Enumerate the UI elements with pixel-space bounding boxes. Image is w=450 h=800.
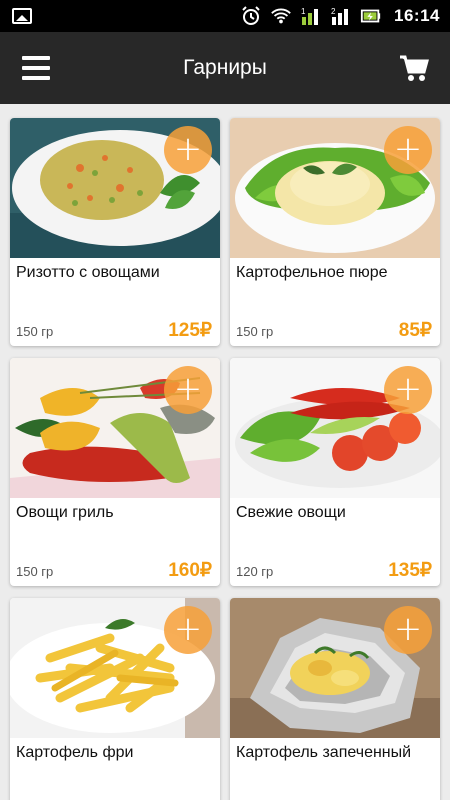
status-bar: 1 2 16:14: [0, 0, 450, 32]
svg-text:1: 1: [301, 7, 306, 16]
product-price: 125₽: [168, 320, 212, 341]
add-to-cart-button[interactable]: +: [384, 606, 432, 654]
product-card[interactable]: + Картофель запеченный: [230, 598, 440, 800]
product-name: Картофель фри: [16, 744, 134, 761]
page-title: Гарниры: [183, 56, 267, 79]
add-to-cart-button[interactable]: +: [384, 126, 432, 174]
product-image: +: [10, 598, 220, 738]
product-weight: 120 гр: [236, 564, 274, 579]
product-image: +: [230, 358, 440, 498]
product-weight: 150 гр: [16, 564, 54, 579]
product-card[interactable]: + Овощи гриль 150 гр 160₽: [10, 358, 220, 586]
add-to-cart-button[interactable]: +: [164, 126, 212, 174]
product-name: Свежие овощи: [236, 504, 346, 521]
add-to-cart-button[interactable]: +: [384, 366, 432, 414]
product-image: +: [230, 118, 440, 258]
product-card[interactable]: + Ризотто с овощами 150 гр 125₽: [10, 118, 220, 346]
add-to-cart-button[interactable]: +: [164, 606, 212, 654]
signal-1-icon: 1: [300, 5, 322, 27]
product-image: +: [10, 118, 220, 258]
product-price: 135₽: [388, 560, 432, 581]
product-image: +: [230, 598, 440, 738]
wifi-icon: [270, 5, 292, 27]
product-grid: + Ризотто с овощами 150 гр 125₽ + Картоф…: [0, 104, 450, 800]
product-weight: 150 гр: [16, 324, 54, 339]
product-card[interactable]: + Свежие овощи 120 гр 135₽: [230, 358, 440, 586]
product-name: Картофельное пюре: [236, 264, 388, 281]
product-name: Овощи гриль: [16, 504, 114, 521]
signal-2-icon: 2: [330, 5, 352, 27]
product-name: Картофель запеченный: [236, 744, 412, 761]
svg-text:2: 2: [331, 7, 336, 16]
app-bar: Гарниры: [0, 32, 450, 104]
status-clock: 16:14: [394, 6, 440, 25]
add-to-cart-button[interactable]: +: [164, 366, 212, 414]
alarm-icon: [240, 5, 262, 27]
product-image: +: [10, 358, 220, 498]
product-card[interactable]: + Картофель фри: [10, 598, 220, 800]
product-name: Ризотто с овощами: [16, 264, 160, 281]
product-price: 160₽: [168, 560, 212, 581]
cart-icon[interactable]: [398, 52, 430, 84]
battery-charging-icon: [360, 5, 382, 27]
product-card[interactable]: + Картофельное пюре 150 гр 85₽: [230, 118, 440, 346]
product-weight: 150 гр: [236, 324, 274, 339]
gallery-icon: [12, 8, 32, 24]
product-price: 85₽: [398, 320, 432, 341]
